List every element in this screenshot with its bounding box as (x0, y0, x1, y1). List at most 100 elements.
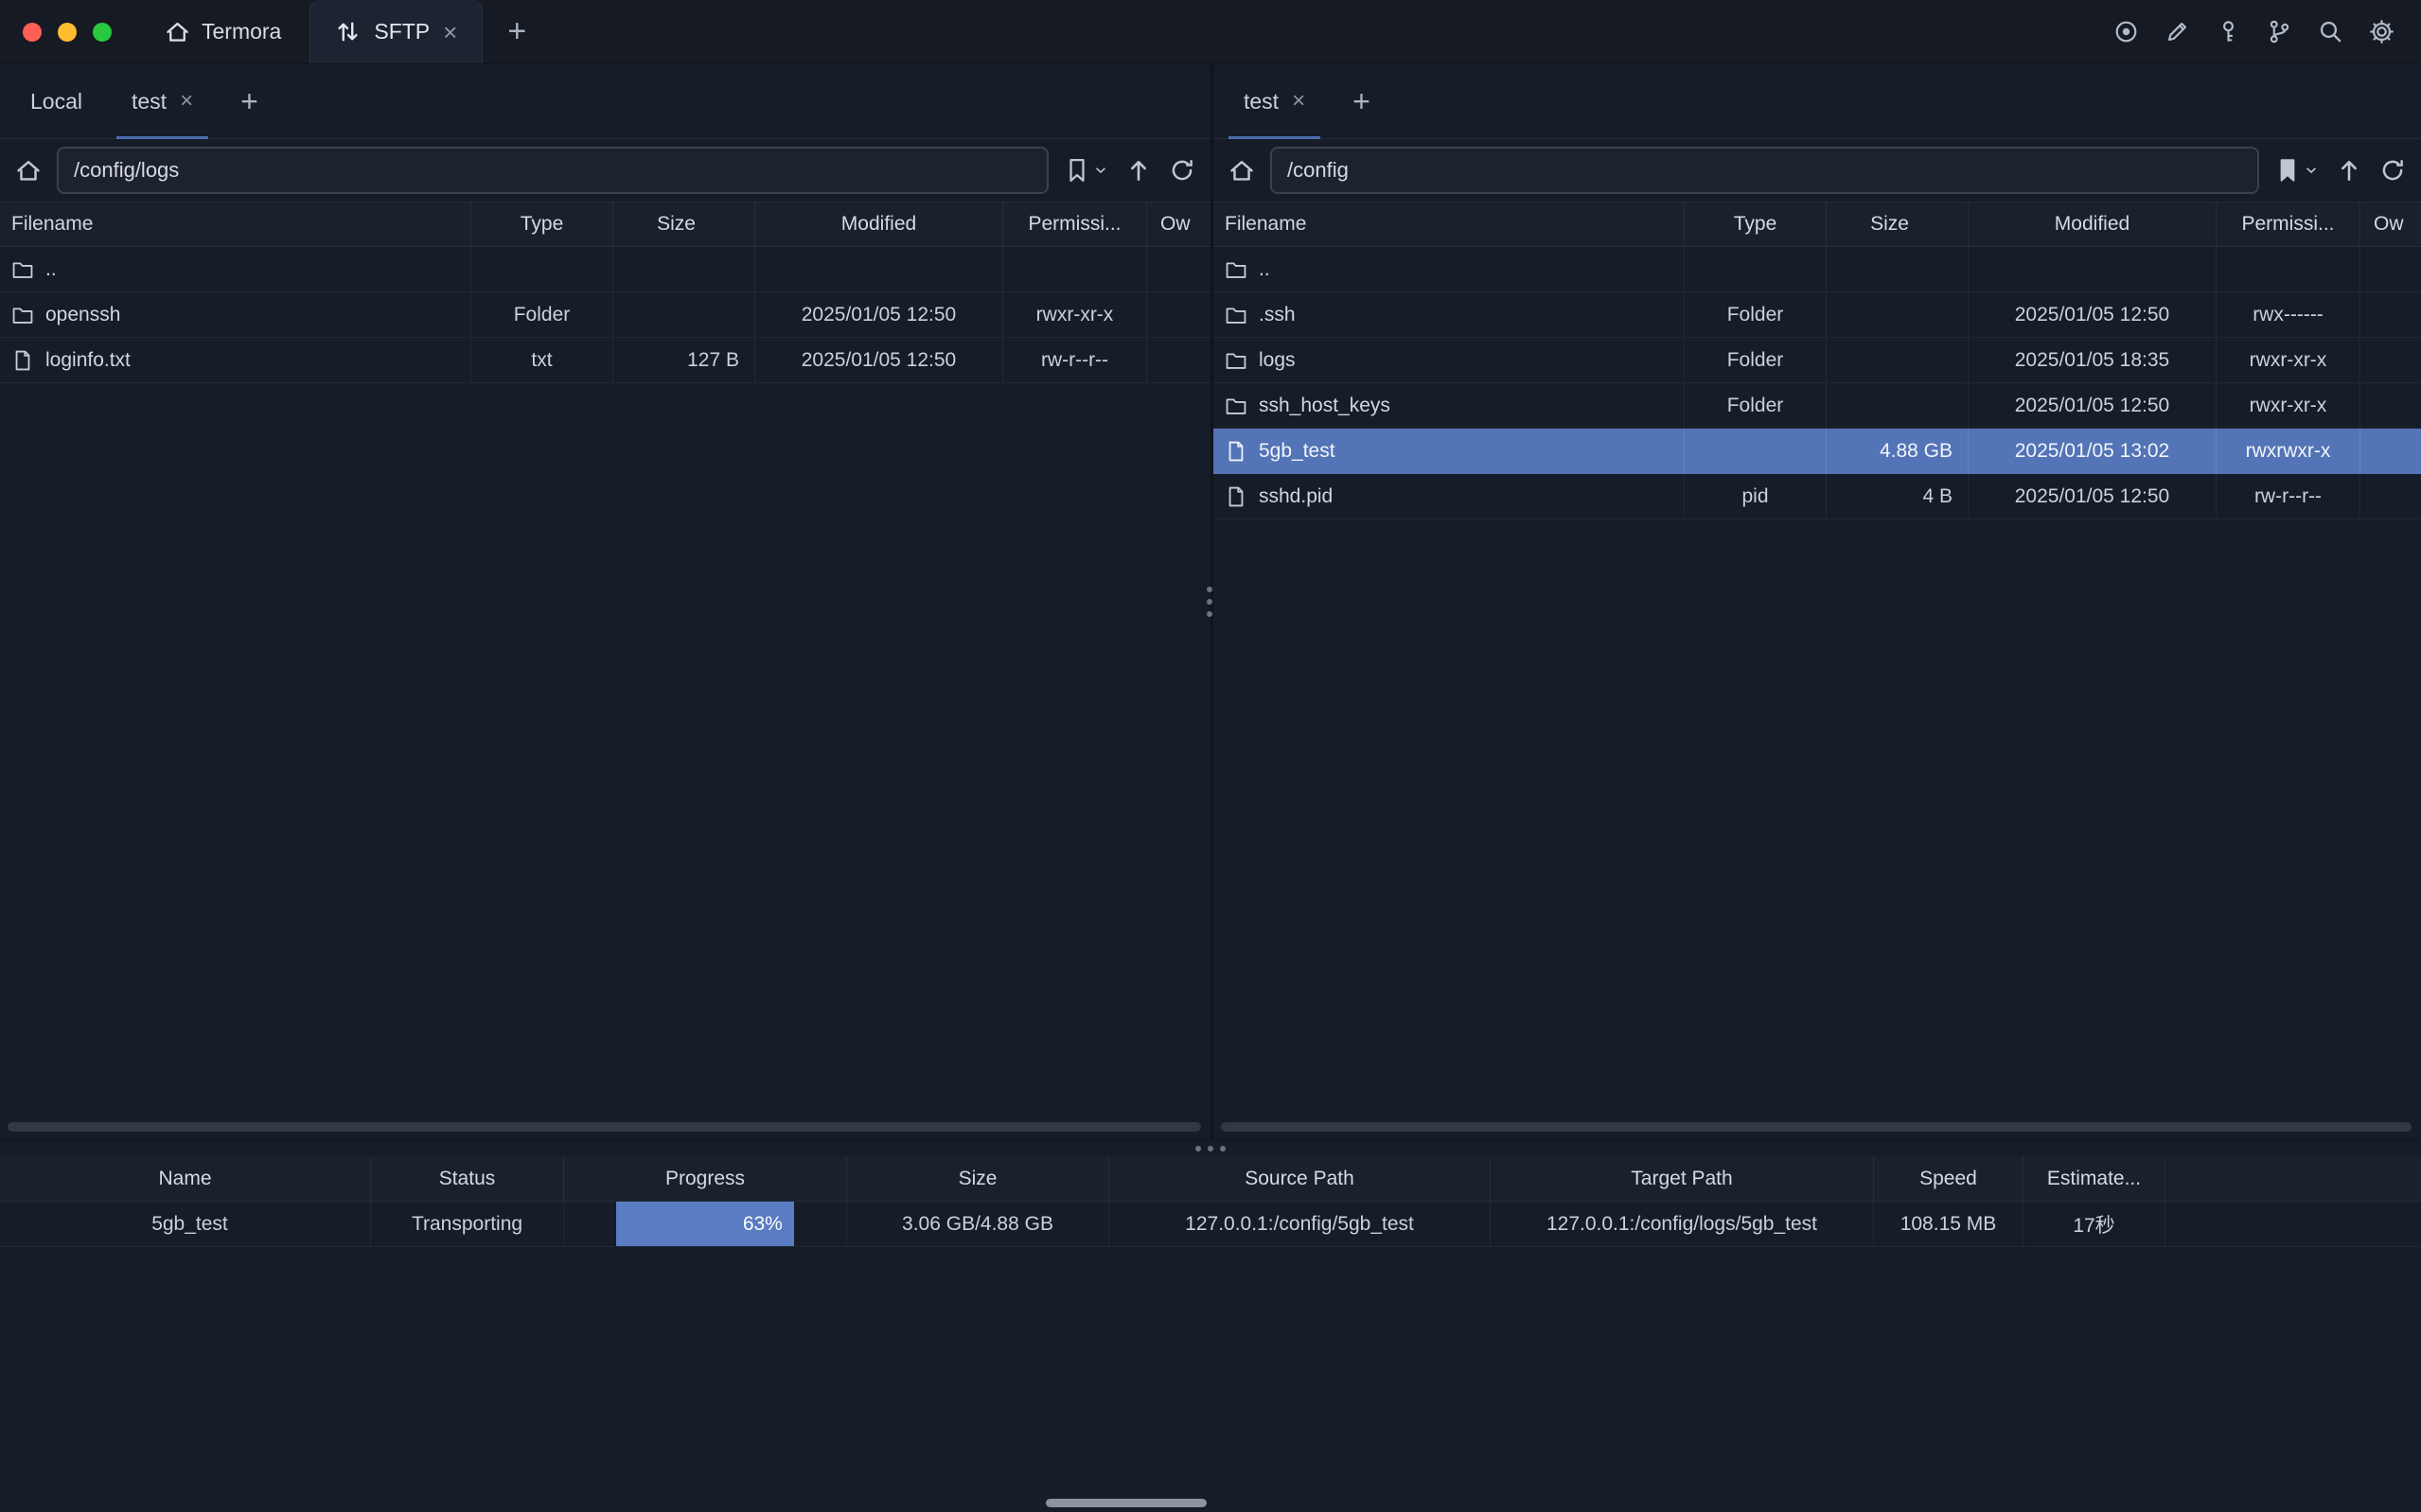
settings-icon[interactable] (2369, 19, 2394, 44)
bookmark-icon (1064, 157, 1090, 184)
file-modified: 2025/01/05 12:50 (1969, 474, 2217, 519)
column-header-owner[interactable]: Ow (2360, 202, 2421, 246)
table-row[interactable]: logs Folder 2025/01/05 18:35 rwxr-xr-x (1213, 338, 2421, 383)
search-icon[interactable] (2318, 19, 2343, 44)
close-window-button[interactable] (23, 23, 42, 42)
zoom-window-button[interactable] (93, 23, 112, 42)
home-icon[interactable] (15, 157, 42, 184)
transfer-estimate: 17秒 (2023, 1202, 2165, 1246)
table-row[interactable]: loginfo.txt txt 127 B 2025/01/05 12:50 r… (0, 338, 1210, 383)
right-path-input[interactable] (1270, 147, 2259, 194)
tab-sftp[interactable]: SFTP × (309, 0, 483, 63)
file-type: Folder (1685, 383, 1827, 428)
file-modified: 2025/01/05 12:50 (755, 338, 1003, 382)
filename: .. (45, 258, 57, 281)
column-header-modified[interactable]: Modified (755, 202, 1003, 246)
file-modified: 2025/01/05 12:50 (1969, 383, 2217, 428)
branch-icon[interactable] (2267, 19, 2292, 44)
go-up-button[interactable] (2336, 157, 2362, 184)
tab-test-right[interactable]: test × (1219, 64, 1330, 138)
new-tab-button[interactable]: + (483, 0, 551, 63)
column-header-status[interactable]: Status (371, 1156, 564, 1201)
file-permissions: rwxr-xr-x (1003, 292, 1147, 337)
file-icon (11, 349, 34, 372)
column-header-size[interactable]: Size (1827, 202, 1969, 246)
table-row[interactable]: sshd.pid pid 4 B 2025/01/05 12:50 rw-r--… (1213, 474, 2421, 519)
column-header-progress[interactable]: Progress (564, 1156, 847, 1201)
table-row[interactable]: ssh_host_keys Folder 2025/01/05 12:50 rw… (1213, 383, 2421, 429)
tab-local-label: Local (30, 89, 82, 114)
file-size (1827, 247, 1969, 291)
file-permissions (2217, 247, 2360, 291)
refresh-button[interactable] (1169, 157, 1195, 184)
folder-icon (1225, 349, 1247, 372)
table-row[interactable]: .. (0, 247, 1210, 292)
table-row[interactable]: .ssh Folder 2025/01/05 12:50 rwx------ (1213, 292, 2421, 338)
column-header-type[interactable]: Type (471, 202, 613, 246)
transfer-target-path: 127.0.0.1:/config/logs/5gb_test (1491, 1202, 1874, 1246)
left-horizontal-scrollbar[interactable] (8, 1122, 1201, 1132)
bottom-horizontal-scrollbar[interactable] (1046, 1499, 1207, 1507)
table-row-selected[interactable]: 5gb_test 4.88 GB 2025/01/05 13:02 rwxrwx… (1213, 429, 2421, 474)
file-size (1827, 338, 1969, 382)
tab-test-left[interactable]: test × (107, 64, 218, 138)
minimize-window-button[interactable] (58, 23, 77, 42)
column-header-estimate[interactable]: Estimate... (2023, 1156, 2165, 1201)
column-header-source-path[interactable]: Source Path (1109, 1156, 1491, 1201)
file-owner (1147, 338, 1210, 382)
file-size (1827, 383, 1969, 428)
close-icon[interactable]: × (1292, 90, 1305, 113)
column-header-name[interactable]: Name (0, 1156, 371, 1201)
file-permissions (1003, 247, 1147, 291)
column-header-type[interactable]: Type (1685, 202, 1827, 246)
file-permissions: rw-r--r-- (2217, 474, 2360, 519)
home-icon[interactable] (1228, 157, 1255, 184)
transfer-table-header: Name Status Progress Size Source Path Ta… (0, 1156, 2421, 1202)
filename: 5gb_test (1259, 440, 1335, 463)
file-owner (2360, 383, 2421, 428)
left-pathbar (0, 139, 1210, 202)
table-row[interactable]: openssh Folder 2025/01/05 12:50 rwxr-xr-… (0, 292, 1210, 338)
filename: .. (1259, 258, 1270, 281)
left-new-tab-button[interactable]: + (218, 64, 281, 138)
left-bookmark-button[interactable] (1064, 157, 1108, 184)
close-icon[interactable]: × (443, 20, 457, 44)
transfer-source-path: 127.0.0.1:/config/5gb_test (1109, 1202, 1491, 1246)
record-icon[interactable] (2113, 19, 2139, 44)
tab-termora[interactable]: Termora (136, 0, 309, 63)
edit-icon[interactable] (2165, 19, 2190, 44)
left-path-actions (1064, 157, 1195, 184)
file-modified: 2025/01/05 12:50 (1969, 292, 2217, 337)
refresh-button[interactable] (2379, 157, 2406, 184)
column-header-permissions[interactable]: Permissi... (1003, 202, 1147, 246)
go-up-button[interactable] (1125, 157, 1152, 184)
right-new-tab-button[interactable]: + (1330, 64, 1393, 138)
key-icon[interactable] (2216, 19, 2241, 44)
close-icon[interactable]: × (180, 90, 193, 113)
table-row[interactable]: .. (1213, 247, 2421, 292)
column-header-target-path[interactable]: Target Path (1491, 1156, 1874, 1201)
file-type (1685, 247, 1827, 291)
folder-icon (11, 304, 34, 326)
right-horizontal-scrollbar[interactable] (1221, 1122, 2412, 1132)
file-owner (2360, 429, 2421, 473)
column-header-size[interactable]: Size (847, 1156, 1109, 1201)
column-header-speed[interactable]: Speed (1874, 1156, 2023, 1201)
column-header-owner[interactable]: Ow (1147, 202, 1210, 246)
right-bookmark-button[interactable] (2274, 157, 2319, 184)
column-header-permissions[interactable]: Permissi... (2217, 202, 2360, 246)
column-header-modified[interactable]: Modified (1969, 202, 2217, 246)
transfer-panel-divider[interactable] (0, 1139, 2421, 1156)
titlebar-actions (2113, 0, 2421, 63)
right-path-actions (2274, 157, 2406, 184)
file-size (613, 292, 755, 337)
column-header-size[interactable]: Size (613, 202, 755, 246)
left-path-input[interactable] (57, 147, 1049, 194)
column-header-filename[interactable]: Filename (1213, 202, 1685, 246)
column-header-filename[interactable]: Filename (0, 202, 471, 246)
file-type: Folder (1685, 338, 1827, 382)
tab-local[interactable]: Local (6, 64, 107, 138)
folder-icon (1225, 304, 1247, 326)
file-type (471, 247, 613, 291)
transfer-row[interactable]: 5gb_test Transporting 63% 3.06 GB/4.88 G… (0, 1202, 2421, 1247)
